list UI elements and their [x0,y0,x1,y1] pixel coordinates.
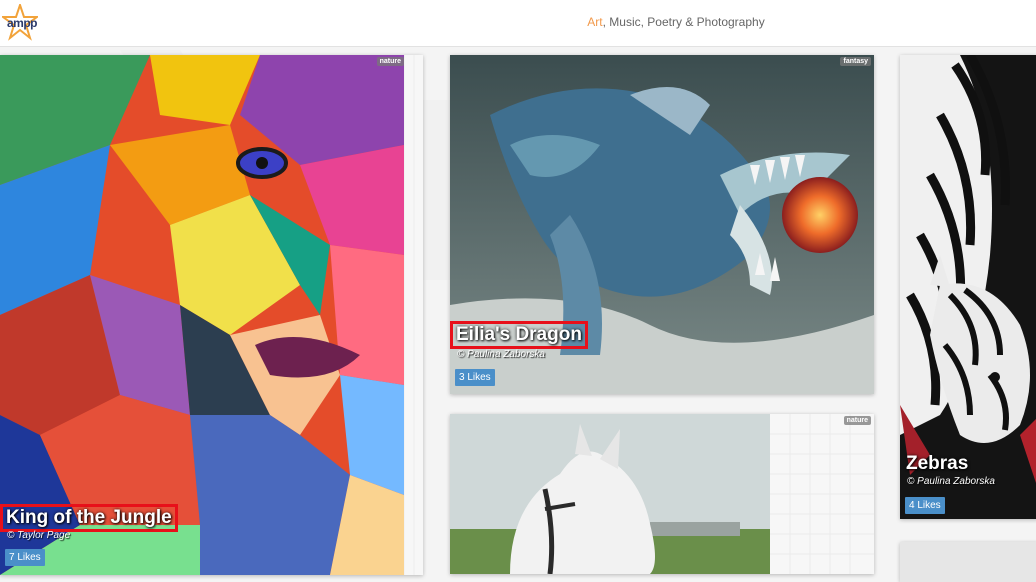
artwork-credit: © Paulina Zaborska [907,476,995,487]
likes-badge[interactable]: 7 Likes [5,549,45,566]
category-tag[interactable]: fantasy [840,57,871,66]
artwork-card-zebras[interactable]: Zebras © Paulina Zaborska 4 Likes [900,55,1036,519]
artwork-title[interactable]: King of the Jungle [0,504,178,532]
artwork-card-dragon[interactable]: fantasy Eilia's Dragon © Paulina Zaborsk… [450,55,874,394]
artwork-image-placeholder [900,542,1036,582]
artwork-credit: © Taylor Page [7,530,71,541]
artwork-credit: © Paulina Zaborska [457,349,545,360]
artwork-card-edge[interactable] [900,542,1036,582]
tagline-accent: Art [587,15,603,29]
site-tagline: Art, Music, Poetry & Photography [0,15,1036,29]
artwork-card-lion[interactable]: nature King of the Jungle © Taylor Page … [0,55,423,575]
artwork-title[interactable]: Eilia's Dragon [450,321,588,349]
artwork-card-horse[interactable]: nature [450,414,874,574]
category-tag[interactable]: nature [376,57,404,66]
tagline-rest: , Music, Poetry & Photography [602,15,765,29]
artwork-image-zebras [900,55,1036,519]
artwork-title[interactable]: Zebras [903,453,971,475]
category-tag[interactable]: nature [843,416,871,425]
artwork-image-horse [450,414,874,574]
likes-badge[interactable]: 3 Likes [455,369,495,386]
likes-badge[interactable]: 4 Likes [905,497,945,514]
artwork-image-lion [0,55,423,575]
